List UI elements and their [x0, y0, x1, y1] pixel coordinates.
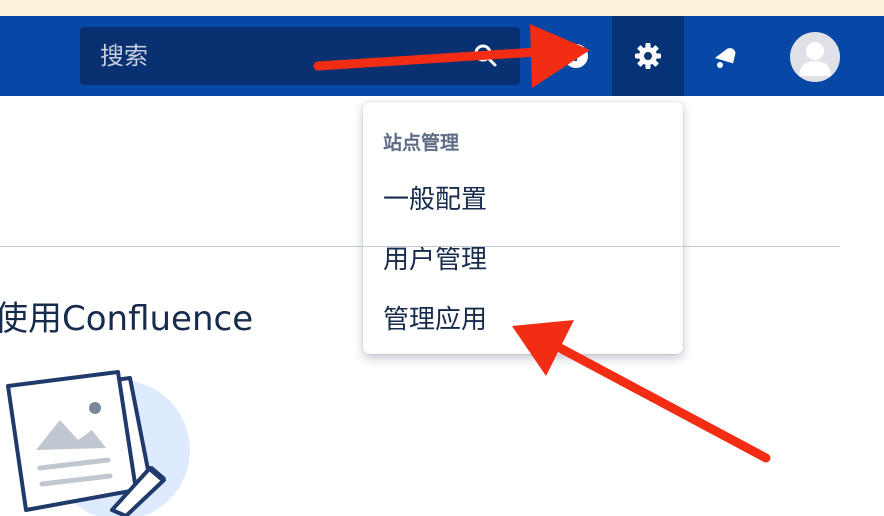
help-button[interactable]: ?	[540, 16, 612, 96]
dropdown-heading: 站点管理	[383, 132, 460, 154]
search-input[interactable]: 搜索	[80, 27, 520, 85]
menu-item-general-config[interactable]: 一般配置	[383, 184, 487, 216]
gear-icon	[635, 43, 661, 69]
settings-button[interactable]	[612, 16, 684, 96]
notifications-button[interactable]	[690, 16, 762, 96]
avatar[interactable]	[790, 32, 840, 82]
top-banner-strip	[0, 0, 884, 16]
document-illustration-icon	[6, 370, 190, 516]
help-icon: ?	[564, 44, 588, 68]
search-placeholder: 搜索	[100, 42, 148, 70]
search-icon	[474, 44, 497, 67]
notification-icon	[714, 48, 736, 68]
welcome-heading: 使用Confluence	[0, 299, 254, 339]
menu-item-manage-apps[interactable]: 管理应用	[383, 304, 487, 336]
user-icon	[799, 42, 831, 76]
site-admin-dropdown: 站点管理 一般配置 用户管理 管理应用	[363, 102, 683, 354]
divider	[0, 246, 840, 247]
menu-item-user-management[interactable]: 用户管理	[383, 244, 487, 276]
